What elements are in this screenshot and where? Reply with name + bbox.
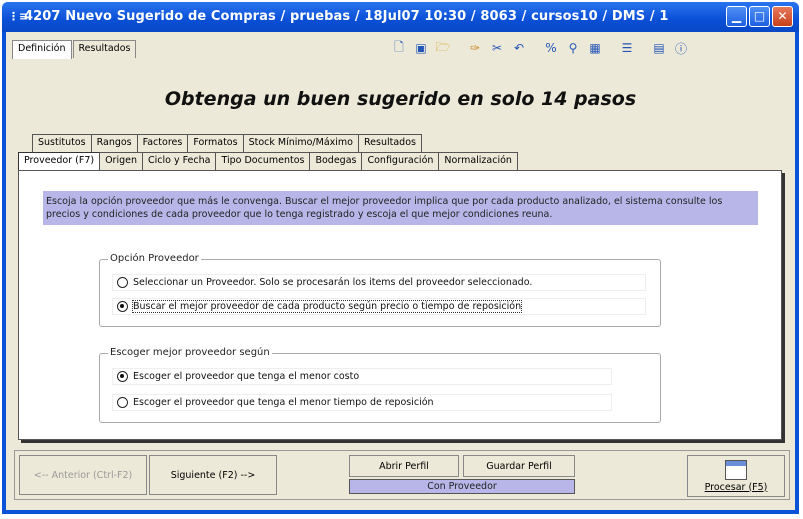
maximize-icon[interactable]: □: [749, 6, 770, 27]
tab-ciclo-fecha[interactable]: Ciclo y Fecha: [142, 152, 217, 170]
search-icon[interactable]: ⚲: [563, 38, 583, 58]
radio-button[interactable]: [117, 277, 128, 288]
toolbar-separator: [455, 38, 463, 58]
procesar-label: Procesar (F5): [704, 481, 768, 493]
percent-icon[interactable]: %: [541, 38, 561, 58]
save-icon[interactable]: ▣: [411, 38, 431, 58]
toolbar: 🗋 ▣ 🗁 ✑ ✂ ↶ % ⚲ ▦ ☰ ▤ ⓘ: [389, 38, 691, 58]
window-icon[interactable]: ▤: [649, 38, 669, 58]
tree-icon[interactable]: ☰: [617, 38, 637, 58]
guardar-perfil-button[interactable]: Guardar Perfil: [463, 455, 575, 477]
option-seleccionar-proveedor[interactable]: Seleccionar un Proveedor. Solo se proces…: [112, 274, 646, 291]
close-icon[interactable]: ✕: [772, 6, 793, 27]
escoger-proveedor-group: Escoger mejor proveedor según Escoger el…: [99, 347, 661, 423]
tab-formatos[interactable]: Formatos: [187, 134, 244, 152]
title-bar[interactable]: ⋮≡ 4207 Nuevo Sugerido de Compras / prue…: [2, 2, 799, 32]
option-label: Buscar el mejor proveedor de cada produc…: [131, 300, 523, 313]
bottom-bar: <-- Anterior (Ctrl-F2) Siguiente (F2) --…: [14, 450, 790, 500]
option-menor-tiempo[interactable]: Escoger el proveedor que tenga el menor …: [112, 394, 612, 411]
tab-normalizacion[interactable]: Normalización: [438, 152, 518, 170]
proveedor-panel: Escoja la opción proveedor que más le co…: [18, 170, 782, 440]
option-buscar-mejor-proveedor[interactable]: Buscar el mejor proveedor de cada produc…: [112, 298, 646, 315]
tab-row-front: Proveedor (F7) Origen Ciclo y Fecha Tipo…: [18, 152, 518, 172]
radio-button-selected[interactable]: [117, 371, 128, 382]
procesar-button[interactable]: Procesar (F5): [687, 455, 785, 497]
siguiente-button[interactable]: Siguiente (F2) -->: [149, 455, 277, 495]
open-folder-icon[interactable]: 🗁: [433, 38, 453, 58]
tab-bodegas[interactable]: Bodegas: [309, 152, 363, 170]
tab-definicion[interactable]: Definición: [12, 40, 72, 59]
calendar-icon: [725, 459, 747, 480]
calculator-icon[interactable]: ▦: [585, 38, 605, 58]
opcion-proveedor-group: Opción Proveedor Seleccionar un Proveedo…: [99, 253, 661, 327]
option-label: Escoger el proveedor que tenga el menor …: [133, 371, 360, 382]
top-tabs: Definición Resultados: [12, 40, 137, 59]
tab-proveedor[interactable]: Proveedor (F7): [18, 152, 101, 172]
tab-factores[interactable]: Factores: [136, 134, 189, 152]
window-title: 4207 Nuevo Sugerido de Compras / pruebas…: [24, 9, 669, 24]
undo-icon[interactable]: ↶: [509, 38, 529, 58]
tab-stock-minimo-maximo[interactable]: Stock Mínimo/Máximo: [242, 134, 359, 152]
tab-configuracion[interactable]: Configuración: [361, 152, 440, 170]
tab-row-back: Sustitutos Rangos Factores Formatos Stoc…: [32, 134, 422, 152]
option-label: Escoger el proveedor que tenga el menor …: [133, 397, 434, 408]
client-area: Definición Resultados 🗋 ▣ 🗁 ✑ ✂ ↶ % ⚲ ▦ …: [6, 32, 795, 510]
new-document-icon[interactable]: 🗋: [389, 38, 409, 58]
cut-icon[interactable]: ✂: [487, 38, 507, 58]
app-icon: ⋮≡: [8, 10, 29, 23]
tab-resultados[interactable]: Resultados: [357, 134, 422, 152]
tab-origen[interactable]: Origen: [99, 152, 143, 170]
edit-icon[interactable]: ✑: [465, 38, 485, 58]
tab-resultados-top[interactable]: Resultados: [72, 40, 137, 58]
group-label: Opción Proveedor: [108, 253, 201, 264]
abrir-perfil-button[interactable]: Abrir Perfil: [349, 455, 459, 477]
page-heading: Obtenga un buen sugerido en solo 14 paso…: [164, 88, 637, 110]
radio-button[interactable]: [117, 397, 128, 408]
tab-tipo-documentos[interactable]: Tipo Documentos: [215, 152, 311, 170]
option-label: Seleccionar un Proveedor. Solo se proces…: [133, 277, 533, 288]
tab-rangos[interactable]: Rangos: [90, 134, 138, 152]
toolbar-separator: [531, 38, 539, 58]
anterior-button[interactable]: <-- Anterior (Ctrl-F2): [19, 455, 147, 495]
help-icon[interactable]: ⓘ: [671, 38, 691, 58]
minimize-icon[interactable]: ▁: [726, 6, 747, 27]
info-text: Escoja la opción proveedor que más le co…: [43, 191, 758, 225]
toolbar-separator: [639, 38, 647, 58]
group-label: Escoger mejor proveedor según: [108, 347, 272, 358]
option-menor-costo[interactable]: Escoger el proveedor que tenga el menor …: [112, 368, 612, 385]
radio-button-selected[interactable]: [117, 301, 128, 312]
status-indicator: Con Proveedor: [349, 479, 575, 494]
toolbar-separator: [607, 38, 615, 58]
tab-sustitutos[interactable]: Sustitutos: [32, 134, 92, 152]
app-window: ⋮≡ 4207 Nuevo Sugerido de Compras / prue…: [2, 2, 799, 514]
